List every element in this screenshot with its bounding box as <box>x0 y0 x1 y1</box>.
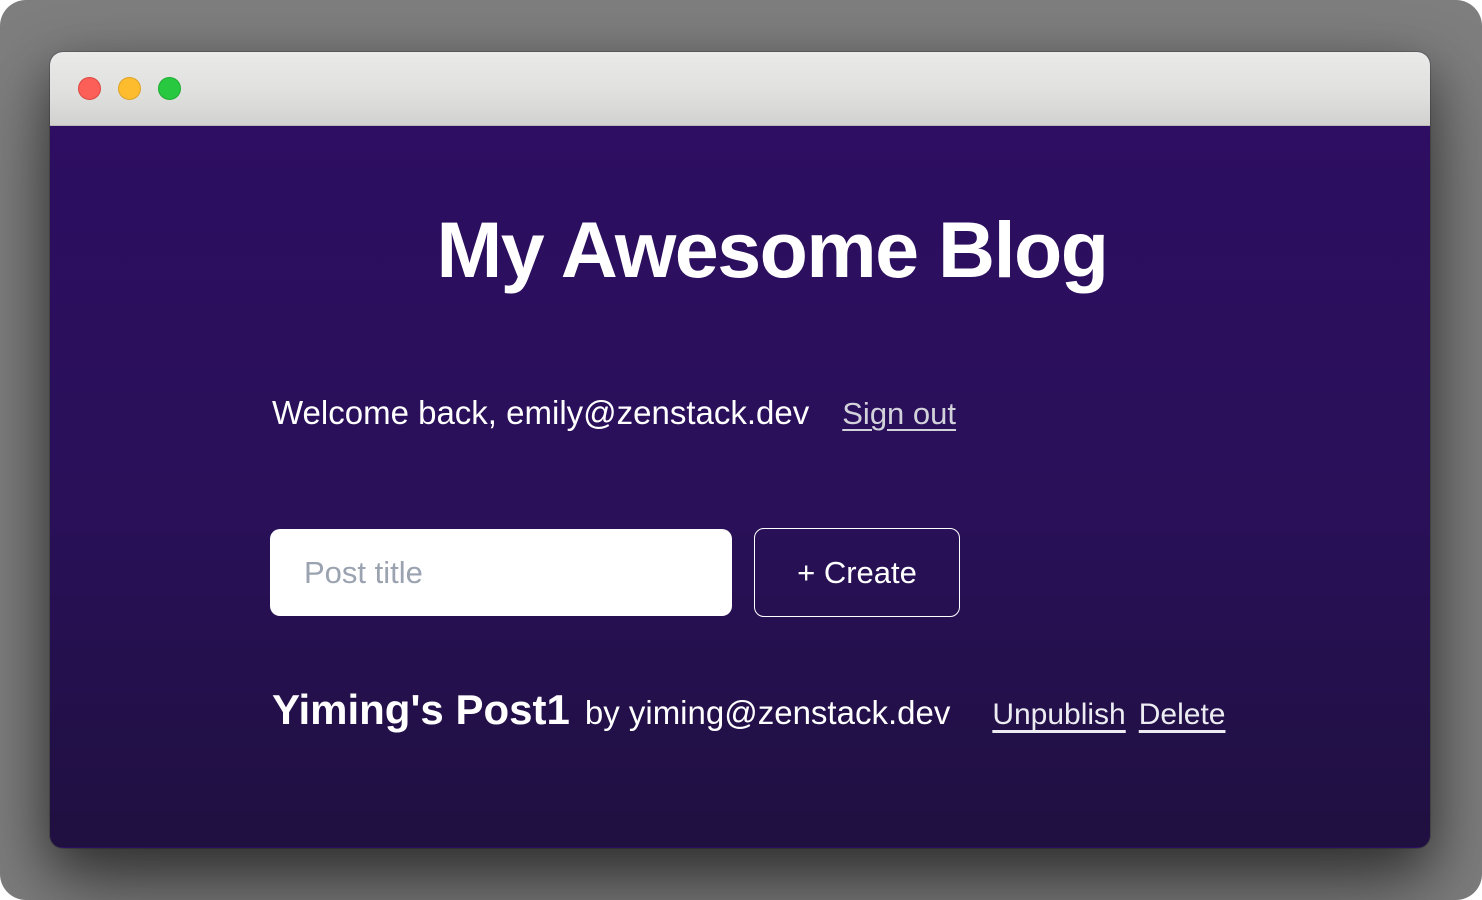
post-title-text: Yiming's Post1 <box>272 686 570 734</box>
window-titlebar[interactable] <box>50 52 1430 126</box>
user-bar: Welcome back, emily@zenstack.dev Sign ou… <box>272 394 956 432</box>
close-window-button[interactable] <box>78 77 101 100</box>
create-post-button[interactable]: + Create <box>754 528 960 617</box>
unpublish-link[interactable]: Unpublish <box>992 698 1125 732</box>
desktop-background: My Awesome Blog Welcome back, emily@zens… <box>0 0 1482 900</box>
post-actions: Unpublish Delete <box>992 698 1225 732</box>
sign-out-link[interactable]: Sign out <box>842 396 956 432</box>
create-post-form: + Create <box>270 528 960 617</box>
zoom-window-button[interactable] <box>158 77 181 100</box>
app-window: My Awesome Blog Welcome back, emily@zens… <box>50 52 1430 848</box>
blog-app-content: My Awesome Blog Welcome back, emily@zens… <box>50 126 1430 847</box>
welcome-text: Welcome back, emily@zenstack.dev <box>272 394 809 432</box>
minimize-window-button[interactable] <box>118 77 141 100</box>
delete-link[interactable]: Delete <box>1139 698 1226 732</box>
post-author-text: by yiming@zenstack.dev <box>585 694 950 732</box>
post-list-item: Yiming's Post1 by yiming@zenstack.dev Un… <box>272 686 1225 734</box>
page-title: My Awesome Blog <box>272 210 1272 289</box>
post-title-input[interactable] <box>270 529 732 616</box>
